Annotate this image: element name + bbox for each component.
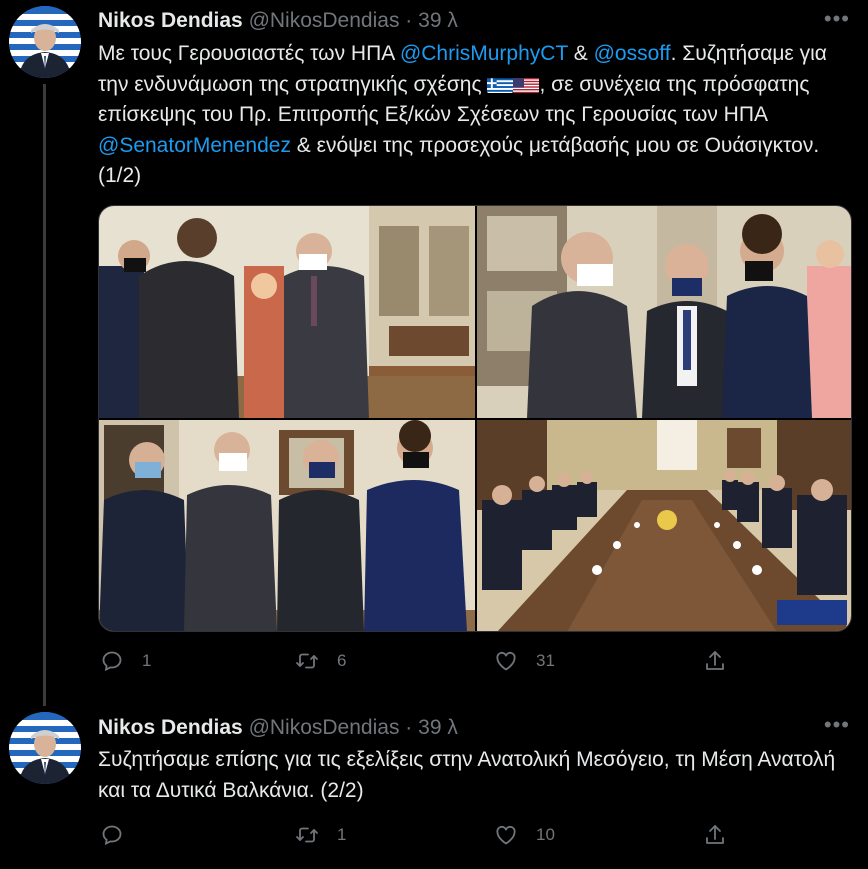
tweet-text: Συζητήσαμε επίσης για τις εξελίξεις στην… <box>98 748 836 802</box>
separator-dot: · <box>405 9 413 32</box>
reply-icon <box>102 825 122 846</box>
photo-3[interactable] <box>99 420 475 631</box>
retweet-icon <box>296 653 318 669</box>
like-button[interactable]: 31 <box>494 649 555 673</box>
tweet-actions: 1 6 31 <box>98 649 738 679</box>
share-icon <box>706 651 724 670</box>
tweet-actions: 1 10 <box>98 823 738 853</box>
photo-grid <box>98 205 852 632</box>
tweet-2[interactable]: Nikos Dendias @NikosDendias · 39 λ ••• Σ… <box>0 700 868 869</box>
like-count: 31 <box>536 651 555 670</box>
usa-flag-icon <box>513 75 540 93</box>
retweet-count: 6 <box>337 651 347 670</box>
retweet-count: 1 <box>337 825 347 844</box>
tweet-header: Nikos Dendias @NikosDendias · 39 λ <box>98 9 458 33</box>
author-handle[interactable]: @NikosDendias <box>249 9 400 32</box>
like-icon <box>496 651 516 671</box>
like-count: 10 <box>536 825 555 844</box>
avatar[interactable] <box>9 712 81 784</box>
retweet-icon <box>296 827 318 843</box>
tweet-header: Nikos Dendias @NikosDendias · 39 λ <box>98 716 458 740</box>
mention-link[interactable]: @SenatorMenendez <box>98 134 291 157</box>
photo-4[interactable] <box>477 420 851 631</box>
timestamp[interactable]: 39 λ <box>418 9 458 32</box>
share-button[interactable] <box>703 649 727 673</box>
author-name[interactable]: Nikos Dendias <box>98 716 243 739</box>
text-segment: & <box>567 42 594 65</box>
reply-button[interactable] <box>100 823 142 847</box>
reply-count: 1 <box>142 651 152 670</box>
like-button[interactable]: 10 <box>494 823 555 847</box>
more-icon[interactable]: ••• <box>824 6 850 32</box>
tweet-1[interactable]: Nikos Dendias @NikosDendias · 39 λ ••• Μ… <box>0 0 868 706</box>
greece-flag-icon <box>487 75 514 93</box>
author-handle[interactable]: @NikosDendias <box>249 716 400 739</box>
more-icon[interactable]: ••• <box>824 712 850 738</box>
timestamp[interactable]: 39 λ <box>418 716 458 739</box>
like-icon <box>496 825 516 845</box>
share-icon <box>706 825 724 844</box>
separator-dot: · <box>405 716 413 739</box>
tweet-text: Με τους Γερουσιαστές των ΗΠΑ @ChrisMurph… <box>98 39 858 192</box>
mention-link[interactable]: @ChrisMurphyCT <box>400 42 568 65</box>
retweet-button[interactable]: 1 <box>295 823 346 847</box>
mention-link[interactable]: @ossoff <box>594 42 671 65</box>
text-segment: Με τους Γερουσιαστές των ΗΠΑ <box>98 42 400 65</box>
avatar[interactable] <box>9 6 81 78</box>
reply-button[interactable]: 1 <box>100 649 151 673</box>
author-name[interactable]: Nikos Dendias <box>98 9 243 32</box>
thread-line <box>43 84 46 706</box>
reply-icon <box>102 651 122 672</box>
photo-1[interactable] <box>99 206 475 418</box>
photo-2[interactable] <box>477 206 851 418</box>
share-button[interactable] <box>703 823 727 847</box>
retweet-button[interactable]: 6 <box>295 649 346 673</box>
